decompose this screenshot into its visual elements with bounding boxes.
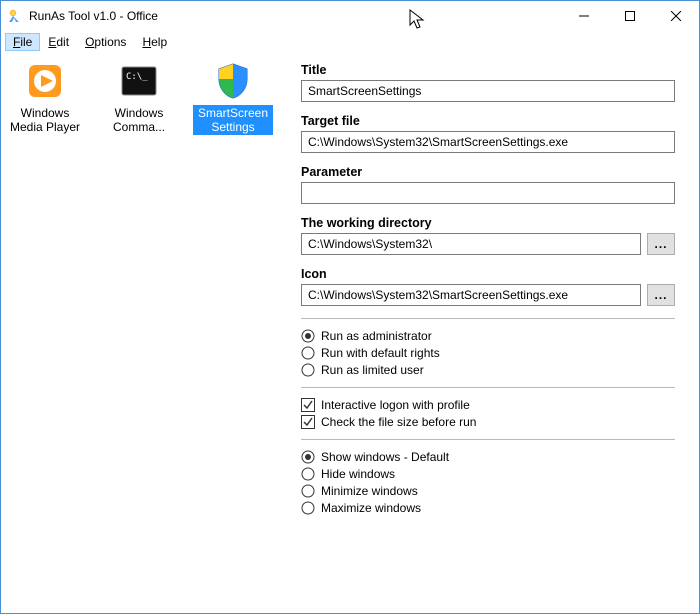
radio-icon xyxy=(301,346,315,360)
radio-icon xyxy=(301,501,315,515)
title-label: Title xyxy=(301,63,675,77)
shield-icon xyxy=(213,61,253,101)
radio-icon xyxy=(301,484,315,498)
checkbox-checked-icon xyxy=(301,415,315,429)
target-file-input[interactable] xyxy=(301,131,675,153)
launcher-pane: Windows Media Player C:\_ Windows Comma.… xyxy=(1,53,301,613)
radio-selected-icon xyxy=(301,450,315,464)
check-interactive-logon[interactable]: Interactive logon with profile xyxy=(301,398,675,412)
window-controls xyxy=(561,1,699,31)
launcher-label: Windows Media Player xyxy=(5,105,85,135)
icon-input[interactable] xyxy=(301,284,641,306)
check-label: Check the file size before run xyxy=(321,415,476,429)
launcher-label: SmartScreenSettings xyxy=(193,105,273,135)
close-button[interactable] xyxy=(653,1,699,31)
working-directory-label: The working directory xyxy=(301,216,675,230)
parameter-label: Parameter xyxy=(301,165,675,179)
radio-label: Maximize windows xyxy=(321,501,421,515)
svg-text:C:\_: C:\_ xyxy=(126,72,148,82)
parameter-input[interactable] xyxy=(301,182,675,204)
separator xyxy=(301,318,675,319)
window-title: RunAs Tool v1.0 - Office xyxy=(29,9,158,23)
menu-options[interactable]: Options xyxy=(77,33,134,51)
radio-icon xyxy=(301,467,315,481)
browse-working-directory-button[interactable]: ... xyxy=(647,233,675,255)
working-directory-input[interactable] xyxy=(301,233,641,255)
icon-label: Icon xyxy=(301,267,675,281)
radio-hide-windows[interactable]: Hide windows xyxy=(301,467,675,481)
title-input[interactable] xyxy=(301,80,675,102)
menu-help[interactable]: Help xyxy=(134,33,175,51)
maximize-button[interactable] xyxy=(607,1,653,31)
separator xyxy=(301,439,675,440)
radio-label: Hide windows xyxy=(321,467,395,481)
radio-run-limited-user[interactable]: Run as limited user xyxy=(301,363,675,377)
command-prompt-icon: C:\_ xyxy=(119,61,159,101)
checkbox-checked-icon xyxy=(301,398,315,412)
app-icon xyxy=(7,8,23,24)
menu-file[interactable]: File xyxy=(5,33,40,51)
radio-run-default-rights[interactable]: Run with default rights xyxy=(301,346,675,360)
radio-label: Show windows - Default xyxy=(321,450,449,464)
check-label: Interactive logon with profile xyxy=(321,398,470,412)
radio-label: Run with default rights xyxy=(321,346,440,360)
properties-pane: Title Target file Parameter The working … xyxy=(301,53,699,613)
launcher-smartscreen-settings[interactable]: SmartScreenSettings xyxy=(193,61,273,135)
launcher-windows-media-player[interactable]: Windows Media Player xyxy=(5,61,85,135)
menu-bar: File Edit Options Help xyxy=(1,31,699,53)
radio-maximize-windows[interactable]: Maximize windows xyxy=(301,501,675,515)
menu-edit[interactable]: Edit xyxy=(40,33,77,51)
radio-show-windows[interactable]: Show windows - Default xyxy=(301,450,675,464)
radio-selected-icon xyxy=(301,329,315,343)
launcher-windows-command[interactable]: C:\_ Windows Comma... xyxy=(99,61,179,135)
radio-label: Run as limited user xyxy=(321,363,424,377)
radio-label: Minimize windows xyxy=(321,484,418,498)
browse-icon-button[interactable]: ... xyxy=(647,284,675,306)
radio-label: Run as administrator xyxy=(321,329,432,343)
target-file-label: Target file xyxy=(301,114,675,128)
radio-run-as-admin[interactable]: Run as administrator xyxy=(301,329,675,343)
radio-icon xyxy=(301,363,315,377)
minimize-button[interactable] xyxy=(561,1,607,31)
title-bar: RunAs Tool v1.0 - Office xyxy=(1,1,699,31)
separator xyxy=(301,387,675,388)
media-player-icon xyxy=(25,61,65,101)
launcher-label: Windows Comma... xyxy=(99,105,179,135)
radio-minimize-windows[interactable]: Minimize windows xyxy=(301,484,675,498)
check-file-size[interactable]: Check the file size before run xyxy=(301,415,675,429)
